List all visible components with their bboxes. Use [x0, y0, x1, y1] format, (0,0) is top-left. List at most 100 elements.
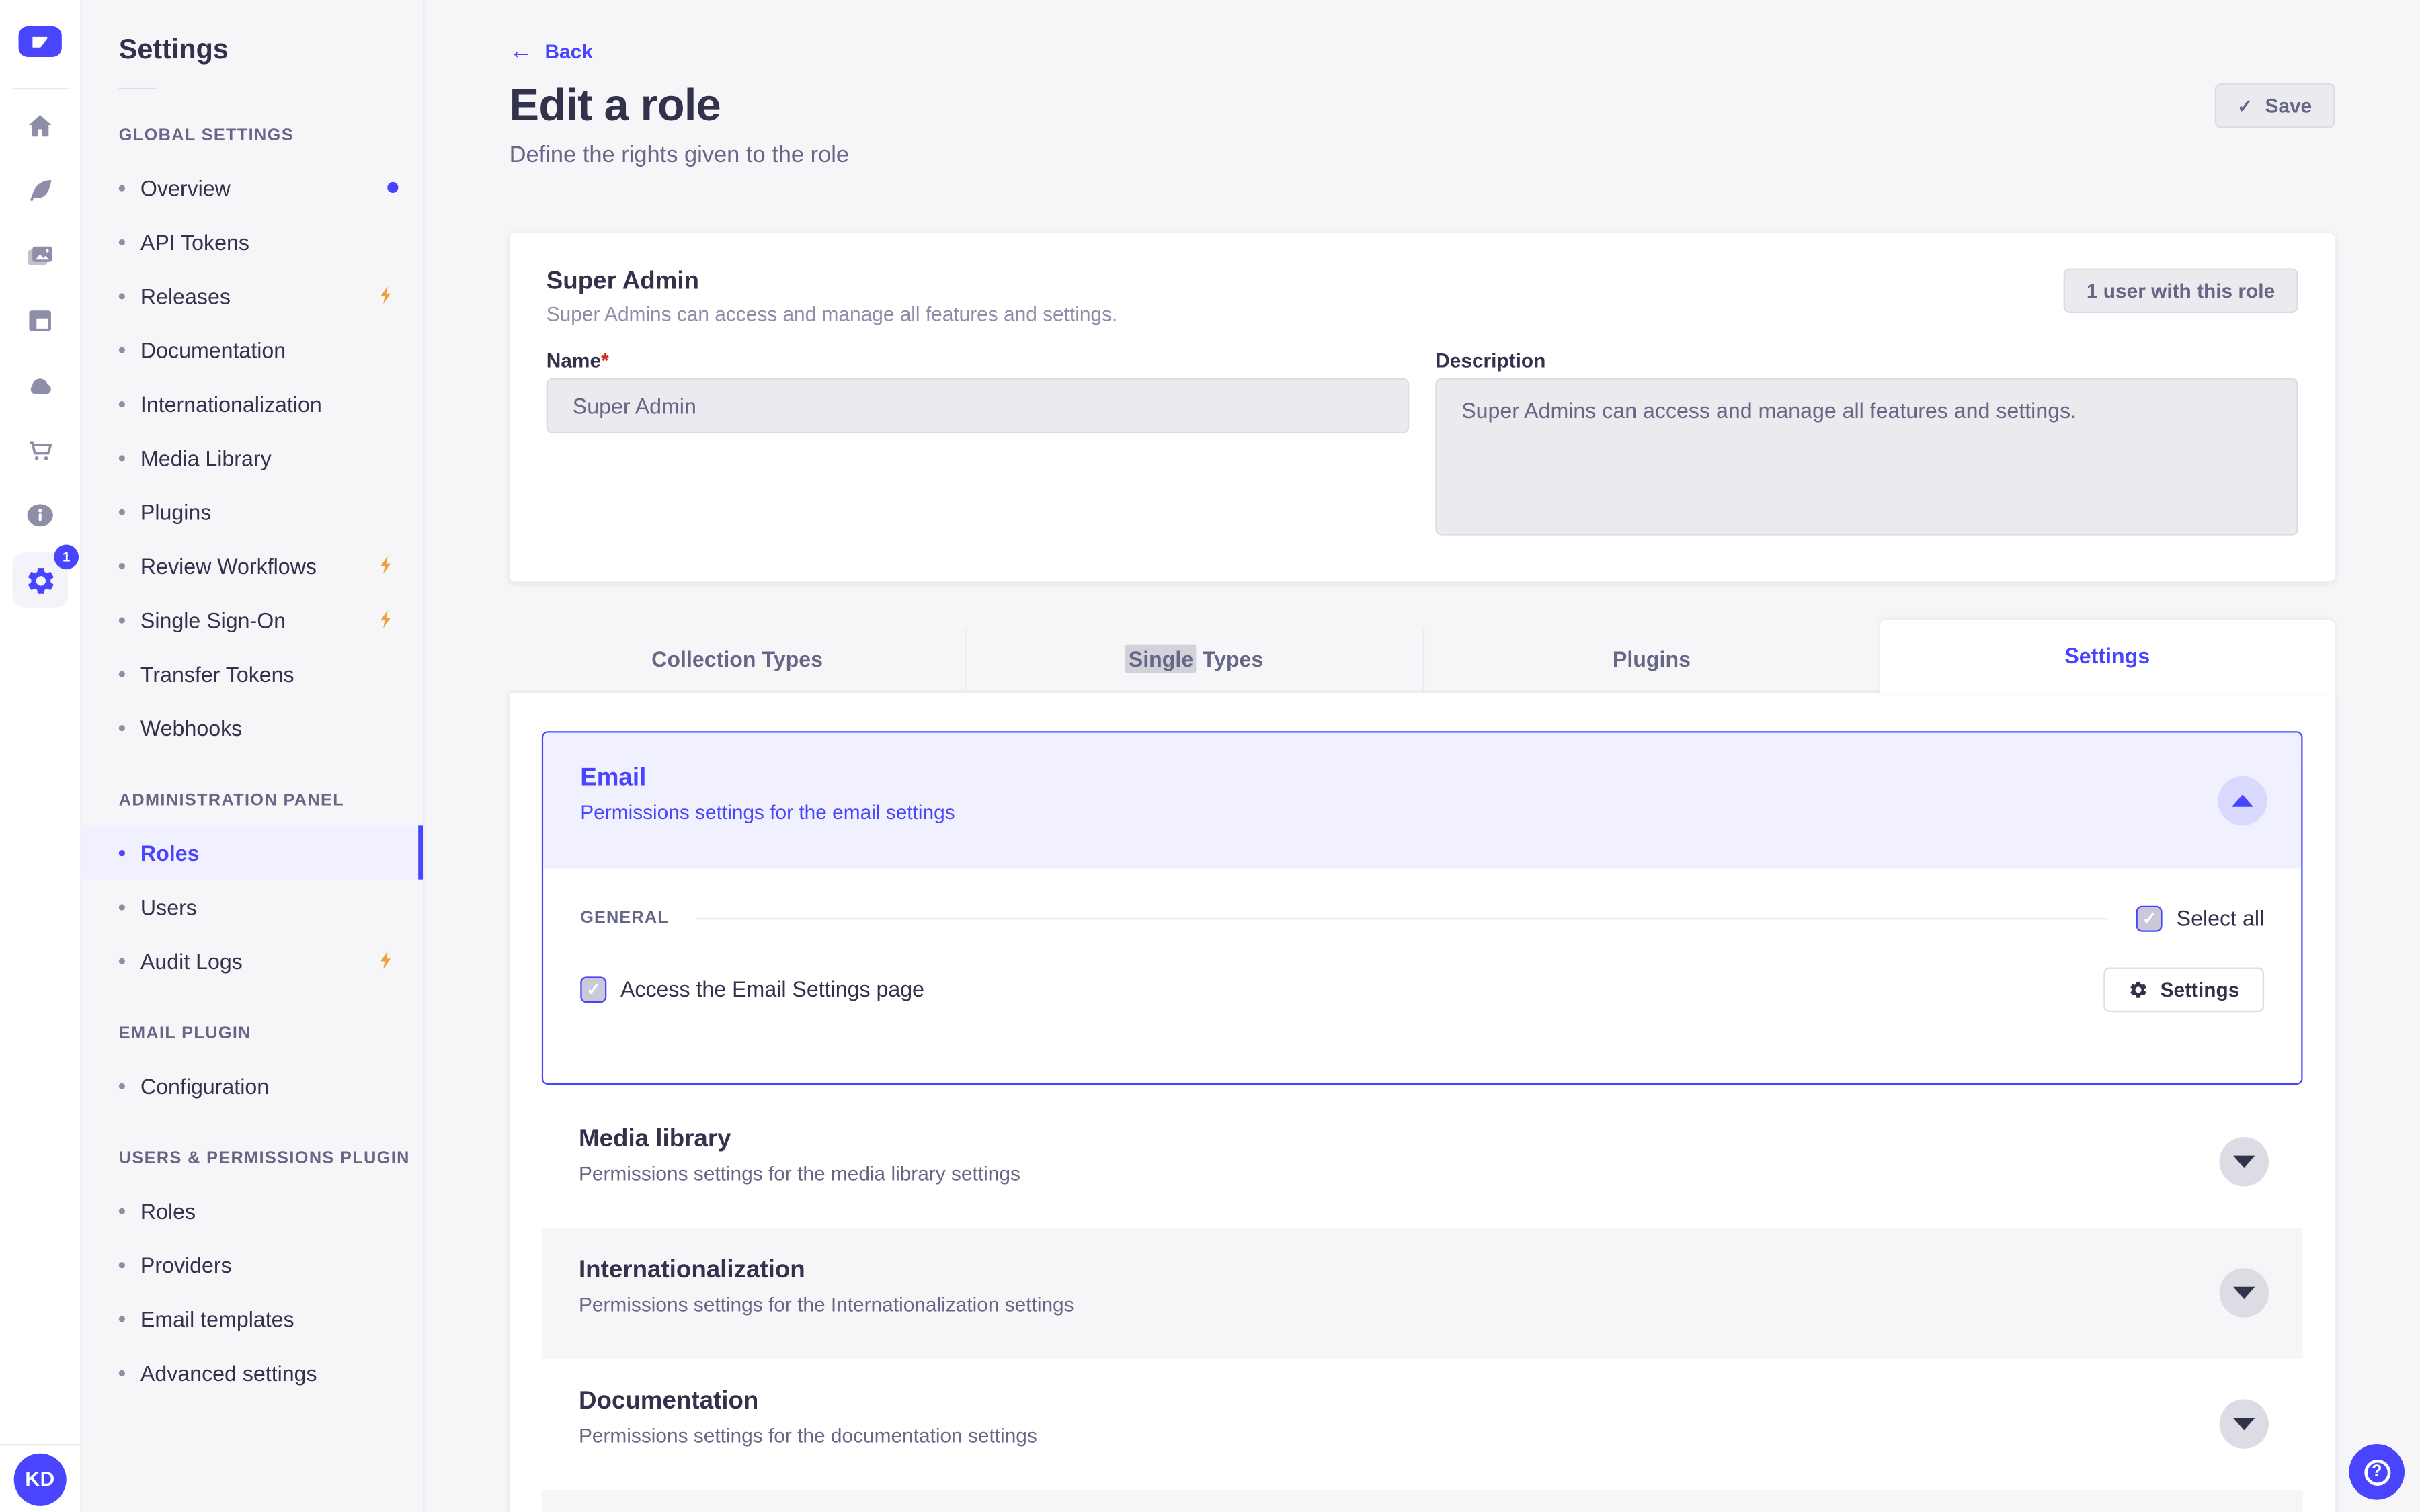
chevron-down-icon — [2233, 1155, 2255, 1168]
tab-settings[interactable]: Settings — [1879, 620, 2335, 693]
marketplace-cart-icon[interactable] — [25, 435, 56, 466]
section-label-email-plugin: EMAIL PLUGIN — [118, 1024, 251, 1044]
check-icon: ✓ — [586, 980, 601, 1000]
accordion-subtitle: Permissions settings for the email setti… — [580, 800, 955, 824]
accordion-title: Internationalization — [578, 1257, 805, 1284]
check-icon: ✓ — [2237, 95, 2253, 117]
content-builder-feather-icon[interactable] — [25, 176, 56, 207]
permissions-tabbar: Collection Types Single Types Plugins Se… — [509, 620, 2335, 693]
bullet-icon — [118, 849, 125, 856]
description-label: Description — [1435, 348, 1546, 372]
back-link[interactable]: ← Back — [510, 0, 593, 63]
divider — [11, 87, 69, 90]
users-with-role-button[interactable]: 1 user with this role — [2063, 268, 2298, 313]
app-window: 1 KD Settings GLOBAL SETTINGS Overview A… — [0, 0, 2420, 1512]
tab-collection-types[interactable]: Collection Types — [509, 628, 967, 693]
sidebar-item-review-workflows[interactable]: Review Workflows — [82, 538, 423, 592]
sidebar-item-documentation[interactable]: Documentation — [82, 323, 423, 376]
sidebar-item-single-sign-on[interactable]: Single Sign-On — [82, 593, 423, 646]
strapi-logo-icon[interactable] — [18, 26, 62, 57]
sidebar-title: Settings — [118, 34, 229, 65]
bullet-icon — [118, 670, 125, 677]
bullet-icon — [118, 346, 125, 353]
bullet-icon — [118, 1369, 125, 1376]
rail-footer: KD — [0, 1443, 81, 1512]
home-icon[interactable] — [25, 111, 56, 142]
sidebar-item-email-templates[interactable]: Email templates — [82, 1292, 423, 1345]
sidebar-item-releases[interactable]: Releases — [82, 268, 423, 322]
bullet-icon — [118, 562, 125, 569]
settings-nav-active[interactable]: 1 — [12, 544, 79, 608]
select-all-label: Select all — [2176, 906, 2265, 931]
select-all-checkbox[interactable]: ✓ — [2136, 905, 2163, 932]
accordion-media-library[interactable]: Media library Permissions settings for t… — [542, 1097, 2303, 1228]
description-textarea[interactable]: Super Admins can access and manage all f… — [1435, 378, 2298, 536]
bullet-icon — [118, 454, 125, 461]
bullet-icon — [118, 292, 125, 299]
sidebar-item-api-tokens[interactable]: API Tokens — [82, 214, 423, 268]
sidebar-item-overview[interactable]: Overview — [82, 161, 423, 214]
sidebar-item-internationalization[interactable]: Internationalization — [82, 376, 423, 430]
lightning-icon — [380, 950, 391, 970]
accordion-email-header[interactable]: Email Permissions settings for the email… — [543, 732, 2302, 869]
accordion-plugins-and-marketplace[interactable]: Plugins and marketplace — [541, 1490, 2303, 1512]
notification-dot-icon — [387, 181, 399, 193]
tab-single-types[interactable]: Single Types — [966, 628, 1424, 693]
lightning-icon — [380, 556, 391, 575]
access-email-settings-checkbox[interactable]: ✓ — [580, 976, 607, 1003]
sidebar-item-users[interactable]: Users — [82, 880, 423, 933]
expand-documentation-button[interactable] — [2219, 1399, 2269, 1449]
chevron-down-icon — [2233, 1286, 2255, 1299]
email-settings-button[interactable]: Settings — [2103, 967, 2265, 1012]
expand-media-library-button[interactable] — [2219, 1136, 2269, 1187]
name-label: Name* — [546, 348, 609, 372]
section-label-global-settings: GLOBAL SETTINGS — [118, 126, 294, 145]
sidebar-item-advanced-settings[interactable]: Advanced settings — [82, 1345, 423, 1399]
page-title: Edit a role — [509, 81, 721, 132]
sidebar-item-roles-admin[interactable]: Roles — [81, 825, 424, 880]
section-label-users-permissions-plugin: USERS & PERMISSIONS PLUGIN — [118, 1149, 410, 1169]
collapse-email-button[interactable] — [2218, 775, 2267, 826]
save-button[interactable]: ✓ Save — [2214, 83, 2335, 128]
sidebar-item-transfer-tokens[interactable]: Transfer Tokens — [82, 646, 423, 700]
divider — [118, 87, 156, 90]
cloud-icon[interactable] — [25, 370, 56, 401]
sidebar-item-providers[interactable]: Providers — [82, 1237, 423, 1291]
accordion-documentation[interactable]: Documentation Permissions settings for t… — [542, 1359, 2303, 1490]
sidebar-item-webhooks[interactable]: Webhooks — [82, 700, 423, 754]
tab-plugins[interactable]: Plugins — [1423, 628, 1880, 693]
sidebar-item-media-library[interactable]: Media Library — [82, 431, 423, 485]
bullet-icon — [118, 238, 125, 245]
accordion-subtitle: Permissions settings for the documentati… — [578, 1423, 1037, 1447]
sidebar-item-configuration[interactable]: Configuration — [82, 1058, 423, 1112]
bullet-icon — [118, 957, 125, 964]
bullet-icon — [118, 1315, 125, 1322]
info-icon[interactable] — [25, 500, 56, 531]
divider — [696, 917, 2109, 920]
chevron-down-icon — [2233, 1417, 2255, 1431]
bullet-icon — [118, 903, 125, 910]
selected-text: Single — [1125, 645, 1197, 673]
expand-internationalization-button[interactable] — [2219, 1267, 2269, 1318]
accordion-internationalization[interactable]: Internationalization Permissions setting… — [541, 1228, 2303, 1359]
bullet-icon — [118, 508, 125, 515]
bullet-icon — [118, 1082, 125, 1089]
sidebar-item-plugins[interactable]: Plugins — [82, 485, 423, 538]
sidebar-item-audit-logs[interactable]: Audit Logs — [82, 933, 423, 987]
accordion-title: Media library — [578, 1126, 731, 1152]
bullet-icon — [118, 184, 125, 191]
help-button[interactable]: ? — [2349, 1443, 2405, 1500]
check-icon: ✓ — [2142, 910, 2157, 929]
accordion-subtitle: Permissions settings for the Internation… — [578, 1292, 1074, 1316]
settings-permissions-panel: Email Permissions settings for the email… — [509, 692, 2335, 1512]
gear-icon — [2130, 981, 2146, 998]
gear-icon — [27, 566, 53, 593]
media-library-icon[interactable] — [25, 241, 56, 271]
sidebar-item-roles-up[interactable]: Roles — [82, 1183, 423, 1237]
section-label-administration-panel: ADMINISTRATION PANEL — [118, 791, 345, 810]
required-asterisk: * — [601, 348, 609, 372]
user-avatar[interactable]: KD — [13, 1452, 67, 1505]
name-input[interactable] — [546, 378, 1410, 433]
role-name-heading: Super Admin — [546, 268, 699, 295]
content-manager-icon[interactable] — [25, 306, 56, 337]
